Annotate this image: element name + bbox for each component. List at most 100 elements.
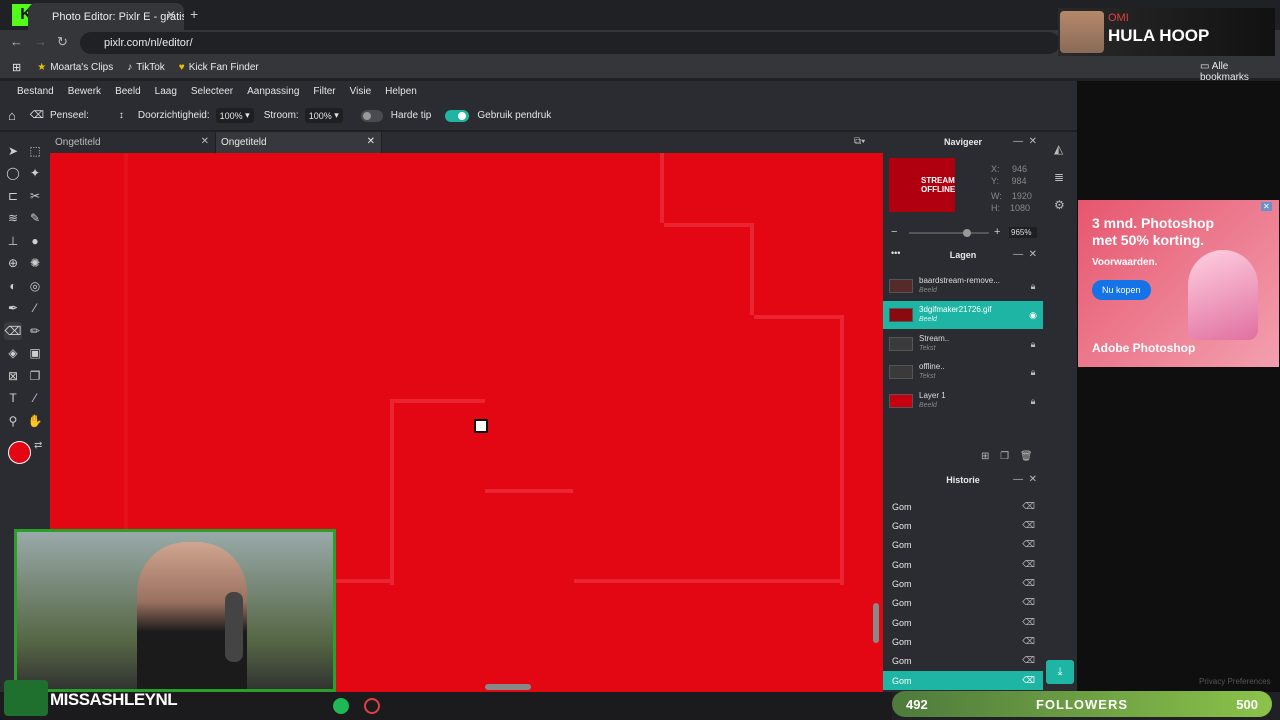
forward-icon[interactable]: → <box>34 34 47 49</box>
spotify-icon[interactable] <box>333 698 349 714</box>
history-item[interactable]: Gom ⌫ <box>883 535 1043 554</box>
panel-controls[interactable]: — ✕ <box>1013 474 1037 485</box>
clone-tool-icon[interactable]: ⊥ <box>4 232 22 250</box>
panel-controls[interactable]: — ✕ <box>1013 136 1037 147</box>
lasso-tool-icon[interactable]: ◯ <box>4 164 22 182</box>
back-icon[interactable]: ← <box>10 34 23 49</box>
burn-tool-icon[interactable]: ◎ <box>26 277 44 295</box>
color-replace-icon[interactable]: ✺ <box>26 254 44 272</box>
menu-bestand[interactable]: Bestand <box>17 86 54 97</box>
history-item[interactable]: Gom ⌫ <box>883 497 1043 516</box>
brush-tool-icon[interactable]: ⁄ <box>26 299 44 317</box>
marquee-tool-icon[interactable]: ⬚ <box>26 142 44 160</box>
menu-bewerk[interactable]: Bewerk <box>68 86 101 97</box>
lock-icon[interactable]: 🔒︎ <box>1023 281 1043 292</box>
zoom-in-icon[interactable]: + <box>994 226 1000 238</box>
menu-aanpassing[interactable]: Aanpassing <box>247 86 299 97</box>
history-item[interactable]: Gom ⌫ <box>883 632 1043 651</box>
ad-close-icon[interactable]: ✕ <box>1261 202 1272 211</box>
apps-grid-icon[interactable]: ⊞ <box>12 61 21 74</box>
pen-tool-icon[interactable]: ✒ <box>4 299 22 317</box>
history-item[interactable]: Gom ⌫ <box>883 593 1043 612</box>
app-icon[interactable] <box>364 698 380 714</box>
layer-item-active[interactable]: 3dgifmaker21726.gif Beeld ◉ <box>883 301 1043 329</box>
menu-selecteer[interactable]: Selecteer <box>191 86 233 97</box>
history-item[interactable]: Gom ⌫ <box>883 574 1043 593</box>
gradient-tool-icon[interactable]: ▣ <box>26 344 44 362</box>
download-button[interactable]: ⤓ <box>1046 660 1074 684</box>
text-tool-icon[interactable]: T <box>4 389 22 407</box>
menu-beeld[interactable]: Beeld <box>115 86 141 97</box>
crop-tool-icon[interactable]: ⊏ <box>4 187 22 205</box>
bookmark-tiktok[interactable]: ♪ TikTok <box>127 62 165 73</box>
layer-item[interactable]: Layer 1 Beeld 🔒︎ <box>883 387 1043 415</box>
hard-tip-toggle[interactable] <box>360 109 383 122</box>
assistant-icon[interactable]: ◭ <box>1054 142 1063 156</box>
ad-buy-button[interactable]: Nu kopen <box>1092 280 1151 300</box>
more-icon[interactable]: ••• <box>891 248 900 258</box>
sponge-tool-icon[interactable]: ⊕ <box>4 254 22 272</box>
close-doc-icon[interactable]: ✕ <box>367 136 375 147</box>
history-item-active[interactable]: Gom ⌫ <box>883 671 1043 690</box>
menu-visie[interactable]: Visie <box>350 86 372 97</box>
delete-layer-icon[interactable]: 🗑︎ <box>1020 451 1033 462</box>
vertical-scrollbar[interactable] <box>873 603 879 643</box>
horizontal-scrollbar[interactable] <box>485 684 531 690</box>
eye-icon[interactable]: ◉ <box>1023 310 1043 321</box>
ad-conditions[interactable]: Voorwaarden. <box>1092 257 1157 268</box>
layer-item[interactable]: baardstream-remove... Beeld 🔒︎ <box>883 272 1043 300</box>
primary-color-swatch[interactable] <box>8 441 31 464</box>
duplicate-layer-icon[interactable]: ❐ <box>1000 451 1009 462</box>
zoom-out-icon[interactable]: − <box>891 226 897 238</box>
zoom-slider[interactable] <box>909 229 989 237</box>
new-tab-icon[interactable]: + <box>190 6 198 22</box>
fill-tool-icon[interactable]: ◈ <box>4 344 22 362</box>
bookmark-moartas-clips[interactable]: ★ Moarta's Clips <box>37 62 113 73</box>
privacy-preferences-link[interactable]: Privacy Preferences <box>1199 677 1271 686</box>
close-doc-icon[interactable]: ✕ <box>201 136 209 147</box>
history-item[interactable]: Gom ⌫ <box>883 555 1043 574</box>
navigator-thumbnail[interactable]: STREAM OFFLINE <box>889 158 955 212</box>
layer-item[interactable]: offline.. Tekst 🔒︎ <box>883 358 1043 386</box>
flow-select[interactable]: 100% ▾ <box>304 108 343 123</box>
layers-toggle-icon[interactable]: ≣ <box>1054 170 1064 184</box>
blur-tool-icon[interactable]: ● <box>26 232 44 250</box>
cutout-tool-icon[interactable]: ✂ <box>26 187 44 205</box>
layer-item[interactable]: Stream.. Tekst 🔒︎ <box>883 330 1043 358</box>
swap-colors-icon[interactable]: ⇄ <box>34 440 42 451</box>
reload-icon[interactable]: ↻ <box>57 34 68 50</box>
doc-tab-1[interactable]: Ongetiteld ✕ <box>50 132 216 153</box>
menu-filter[interactable]: Filter <box>313 86 335 97</box>
doc-tab-2[interactable]: Ongetiteld ✕ <box>216 132 382 153</box>
pressure-toggle[interactable] <box>445 109 470 122</box>
photoshop-ad[interactable]: 3 mnd. Photoshop met 50% korting. Voorwa… <box>1078 200 1279 367</box>
browser-tab[interactable]: Photo Editor: Pixlr E - gratis hulp ✕ <box>28 3 184 30</box>
pencil-tool-icon[interactable]: ✏ <box>26 322 44 340</box>
zoom-value[interactable]: 965% <box>1009 227 1037 238</box>
shape-tool-icon[interactable]: ⊠ <box>4 367 22 385</box>
heal-tool-icon[interactable]: ✎ <box>26 209 44 227</box>
liquify-tool-icon[interactable]: ≋ <box>4 209 22 227</box>
zoom-tool-icon[interactable]: ⚲ <box>4 412 22 430</box>
wand-tool-icon[interactable]: ✦ <box>26 164 44 182</box>
bookmark-kick-fan-finder[interactable]: ♥ Kick Fan Finder <box>179 62 259 73</box>
opacity-select[interactable]: 100% ▾ <box>215 108 254 123</box>
brush-size-icon[interactable]: ↕ <box>119 110 124 121</box>
eyedropper-tool-icon[interactable]: ⁄ <box>26 389 44 407</box>
eraser-tool-icon[interactable]: ⌫ <box>4 322 22 340</box>
menu-laag[interactable]: Laag <box>155 86 177 97</box>
dodge-tool-icon[interactable]: ◐ <box>4 277 22 295</box>
history-item[interactable]: Gom ⌫ <box>883 651 1043 670</box>
add-layer-icon[interactable]: ⊞ <box>981 451 989 462</box>
panel-controls[interactable]: — ✕ <box>1013 249 1037 260</box>
close-tab-icon[interactable]: ✕ <box>166 8 176 22</box>
sticker-tool-icon[interactable]: ❐ <box>26 367 44 385</box>
window-arrange-icon[interactable]: ⧉▾ <box>854 136 865 147</box>
all-bookmarks[interactable]: ▭ Alle bookmarks <box>1200 61 1280 83</box>
hand-tool-icon[interactable]: ✋ <box>26 412 44 430</box>
arrange-tool-icon[interactable]: ➤ <box>4 142 22 160</box>
history-item[interactable]: Gom ⌫ <box>883 613 1043 632</box>
lock-icon[interactable]: 🔒︎ <box>1023 339 1043 350</box>
lock-icon[interactable]: 🔒︎ <box>1023 367 1043 378</box>
url-input[interactable]: pixlr.com/nl/editor/ <box>80 32 1060 54</box>
